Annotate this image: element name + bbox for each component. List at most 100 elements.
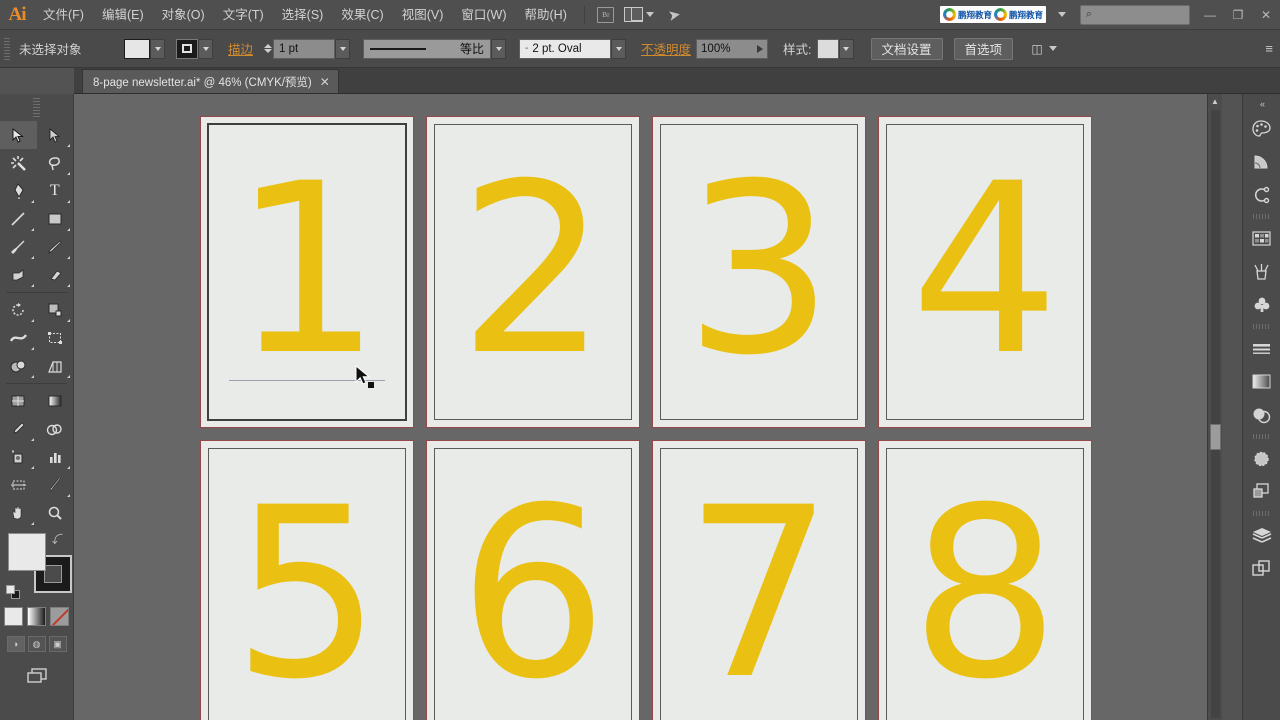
style-dropdown[interactable] xyxy=(838,38,854,59)
menu-item-help[interactable]: 帮助(H) xyxy=(516,0,576,30)
appearance-panel-icon[interactable] xyxy=(1243,442,1280,475)
zoom-tool[interactable] xyxy=(37,499,74,527)
gradient-mode-button[interactable] xyxy=(27,607,46,626)
artboards-panel-icon[interactable] xyxy=(1243,552,1280,585)
shape-builder-tool[interactable] xyxy=(0,352,37,380)
paintbrush-tool[interactable] xyxy=(0,233,37,261)
artboard-3-number[interactable]: 3 xyxy=(684,153,834,388)
draw-inside-button[interactable]: ▣ xyxy=(48,636,67,652)
preferences-button[interactable]: 首选项 xyxy=(953,37,1014,60)
bridge-icon[interactable]: Br xyxy=(593,4,619,26)
artboard-5[interactable]: 5 xyxy=(200,440,414,720)
menu-item-edit[interactable]: 编辑(E) xyxy=(93,0,153,30)
width-profile-field[interactable]: 等比 xyxy=(363,38,492,59)
type-tool[interactable]: T xyxy=(37,177,74,205)
hand-tool[interactable] xyxy=(0,499,37,527)
perspective-grid-tool[interactable] xyxy=(37,352,74,380)
artboard-1-number[interactable]: 1 xyxy=(232,153,382,388)
artboard-8[interactable]: 8 xyxy=(878,440,1092,720)
opacity-field[interactable]: 100% xyxy=(696,38,769,59)
artboard-tool[interactable] xyxy=(0,471,37,499)
search-input[interactable] xyxy=(1096,8,1184,21)
artboard-6-number[interactable]: 6 xyxy=(458,477,608,712)
brush-field[interactable]: - 2 pt. Oval xyxy=(519,38,612,59)
selection-tool[interactable] xyxy=(0,121,37,149)
document-setup-button[interactable]: 文档设置 xyxy=(870,37,943,60)
graphic-style-control[interactable] xyxy=(816,38,854,59)
minimize-button[interactable]: — xyxy=(1196,2,1224,28)
opacity-label[interactable]: 不透明度 xyxy=(641,39,691,58)
gradient-tool[interactable] xyxy=(37,387,74,415)
line-segment-tool[interactable] xyxy=(0,205,37,233)
brushes-panel-icon[interactable] xyxy=(1243,255,1280,288)
opacity-flyout-icon[interactable] xyxy=(757,44,764,53)
stroke-swatch[interactable] xyxy=(176,38,198,59)
gradient-panel-icon[interactable] xyxy=(1243,365,1280,398)
vertical-scrollbar[interactable]: ▲ xyxy=(1207,94,1222,720)
brush-dropdown[interactable] xyxy=(611,38,627,59)
close-icon[interactable]: ✕ xyxy=(320,76,330,88)
direct-selection-tool[interactable] xyxy=(37,121,74,149)
none-mode-button[interactable] xyxy=(50,607,69,626)
stroke-weight-dropdown[interactable] xyxy=(335,38,351,59)
artboard-5-number[interactable]: 5 xyxy=(232,477,382,712)
menu-item-window[interactable]: 窗口(W) xyxy=(452,0,515,30)
mesh-tool[interactable] xyxy=(0,387,37,415)
search-box[interactable]: ⌕ xyxy=(1080,4,1190,25)
layers-panel-icon[interactable] xyxy=(1243,519,1280,552)
kuler-panel-icon[interactable] xyxy=(1243,178,1280,211)
style-swatch[interactable] xyxy=(816,38,839,59)
maximize-button[interactable]: ❐ xyxy=(1224,2,1252,28)
variable-width-profile-control[interactable]: 等比 xyxy=(363,38,507,59)
control-bar-grip[interactable] xyxy=(4,37,10,60)
menu-item-file[interactable]: 文件(F) xyxy=(34,0,93,30)
fill-color-swatch[interactable] xyxy=(8,533,46,571)
document-tab[interactable]: 8-page newsletter.ai* @ 46% (CMYK/预览) ✕ xyxy=(82,69,339,93)
eyedropper-tool[interactable] xyxy=(0,415,37,443)
rotate-tool[interactable] xyxy=(0,296,37,324)
swap-fill-stroke-icon[interactable]: ⤵ xyxy=(52,531,63,547)
symbols-panel-icon[interactable] xyxy=(1243,288,1280,321)
draw-normal-button[interactable]: ◑ xyxy=(6,636,25,652)
width-profile-dropdown[interactable] xyxy=(491,38,507,59)
graphic-styles-panel-icon[interactable] xyxy=(1243,475,1280,508)
screen-mode-button[interactable] xyxy=(0,666,73,686)
blend-tool[interactable] xyxy=(37,415,74,443)
artboard-4-number[interactable]: 4 xyxy=(910,153,1060,388)
magic-wand-tool[interactable] xyxy=(0,149,37,177)
scrollbar-track[interactable] xyxy=(1211,110,1220,718)
expand-panels-icon[interactable]: « xyxy=(1243,96,1280,112)
scrollbar-thumb[interactable] xyxy=(1210,424,1221,450)
fill-dropdown-button[interactable] xyxy=(150,38,165,59)
artboard-2[interactable]: 2 xyxy=(426,116,640,428)
scroll-up-icon[interactable]: ▲ xyxy=(1208,94,1222,108)
menu-item-type[interactable]: 文字(T) xyxy=(214,0,273,30)
artboard-8-number[interactable]: 8 xyxy=(910,477,1060,712)
tools-panel-grip[interactable] xyxy=(33,98,40,118)
stroke-dropdown-button[interactable] xyxy=(198,38,213,59)
default-fill-stroke-icon[interactable] xyxy=(6,585,20,599)
scale-tool[interactable] xyxy=(37,296,74,324)
width-tool[interactable] xyxy=(0,324,37,352)
control-panel-menu-icon[interactable]: ≡ xyxy=(1265,41,1273,56)
align-control[interactable]: ◫ xyxy=(1028,41,1058,57)
stroke-weight-control[interactable]: 1 pt xyxy=(264,38,351,59)
artboard-1[interactable]: 1 xyxy=(200,116,414,428)
stroke-weight-stepper[interactable] xyxy=(264,44,273,53)
document-canvas[interactable]: 1 2 3 4 5 6 7 8 ▲ xyxy=(74,94,1222,720)
blob-brush-tool[interactable] xyxy=(0,261,37,289)
color-panel-icon[interactable] xyxy=(1243,112,1280,145)
close-button[interactable]: ✕ xyxy=(1252,2,1280,28)
draw-behind-button[interactable]: ◍ xyxy=(27,636,46,652)
pen-tool[interactable] xyxy=(0,177,37,205)
artboard-3[interactable]: 3 xyxy=(652,116,866,428)
swatches-panel-icon[interactable] xyxy=(1243,222,1280,255)
color-mode-button[interactable] xyxy=(4,607,23,626)
artboard-6[interactable]: 6 xyxy=(426,440,640,720)
symbol-sprayer-tool[interactable] xyxy=(0,443,37,471)
menu-item-effect[interactable]: 效果(C) xyxy=(332,0,392,30)
pencil-tool[interactable] xyxy=(37,233,74,261)
artboard-2-number[interactable]: 2 xyxy=(458,153,608,388)
artboard-7[interactable]: 7 xyxy=(652,440,866,720)
rectangle-tool[interactable] xyxy=(37,205,74,233)
